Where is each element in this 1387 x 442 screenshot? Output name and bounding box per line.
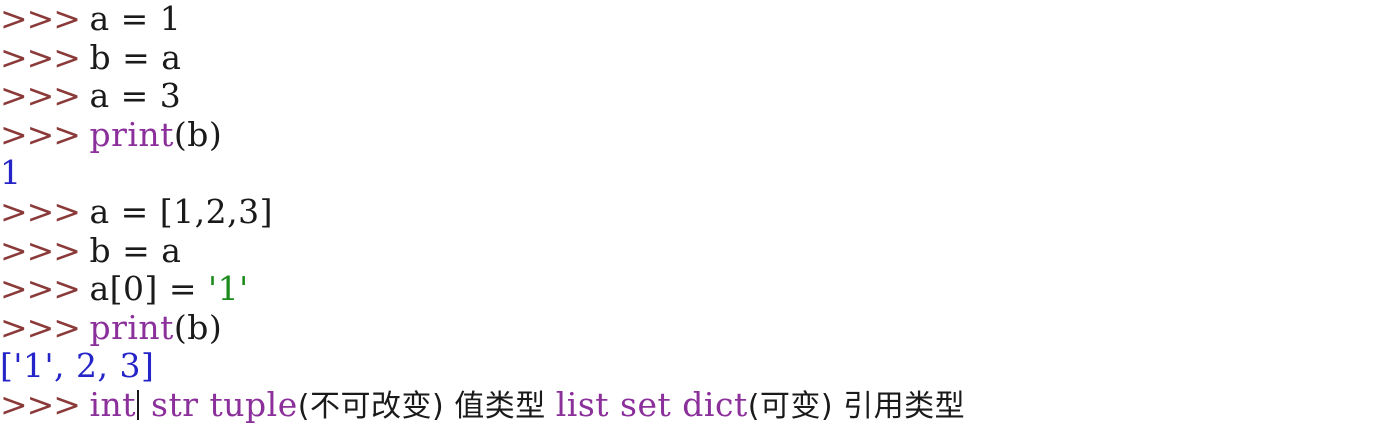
input-line: >>> a = 3 (0, 76, 1387, 116)
keyword-text: set (620, 384, 672, 424)
python-shell-console[interactable]: >>> a = 1 >>> b = a >>> a = 3 >>> print(b) 1… (0, 0, 1387, 442)
code-text: a = [1,2,3] (89, 191, 273, 231)
code-text: b = a (89, 37, 182, 77)
input-line: >>> print(b) (0, 114, 1387, 155)
code-text: (可变) 引用类型 (747, 388, 966, 424)
output-line: ['1', 2, 3] (0, 347, 1387, 386)
prompt-marker: >>> (0, 37, 90, 77)
output-line: 1 (0, 154, 1387, 193)
text-cursor (137, 389, 140, 420)
prompt-marker: >>> (0, 191, 90, 231)
keyword-text: dict (682, 384, 748, 424)
input-line: >>> int str tuple(不可改变) 值类型 list set dic… (0, 384, 1387, 425)
code-text: (b) (173, 114, 223, 154)
prompt-marker: >>> (0, 269, 90, 309)
code-text: b = a (89, 230, 182, 270)
keyword-text: str (151, 384, 199, 424)
string-literal: '1' (208, 269, 249, 309)
output-text: ['1', 2, 3] (0, 346, 155, 386)
prompt-marker: >>> (0, 384, 90, 424)
keyword-text: print (89, 114, 174, 154)
output-text: 1 (0, 153, 22, 193)
code-text: a = 3 (89, 76, 182, 116)
prompt-marker: >>> (0, 114, 90, 154)
input-line: >>> b = a (0, 37, 1387, 78)
input-line: >>> a[0] = '1' (0, 269, 1387, 309)
prompt-marker: >>> (0, 0, 90, 38)
input-line: >>> a = [1,2,3] (0, 191, 1387, 232)
code-text: (不可改变) 值类型 (297, 388, 556, 424)
code-text: a[0] = (89, 269, 209, 309)
code-text: (b) (173, 307, 223, 347)
input-line: >>> a = 1 (0, 0, 1387, 39)
keyword-text: print (89, 307, 174, 347)
prompt-marker: >>> (0, 230, 90, 270)
prompt-marker: >>> (0, 76, 90, 116)
keyword-text: int (89, 384, 137, 424)
keyword-text: list (555, 384, 610, 424)
keyword-text: tuple (209, 384, 298, 424)
prompt-marker: >>> (0, 307, 90, 347)
input-line: >>> b = a (0, 230, 1387, 271)
code-text: a = 1 (89, 0, 182, 38)
input-line: >>> print(b) (0, 307, 1387, 348)
